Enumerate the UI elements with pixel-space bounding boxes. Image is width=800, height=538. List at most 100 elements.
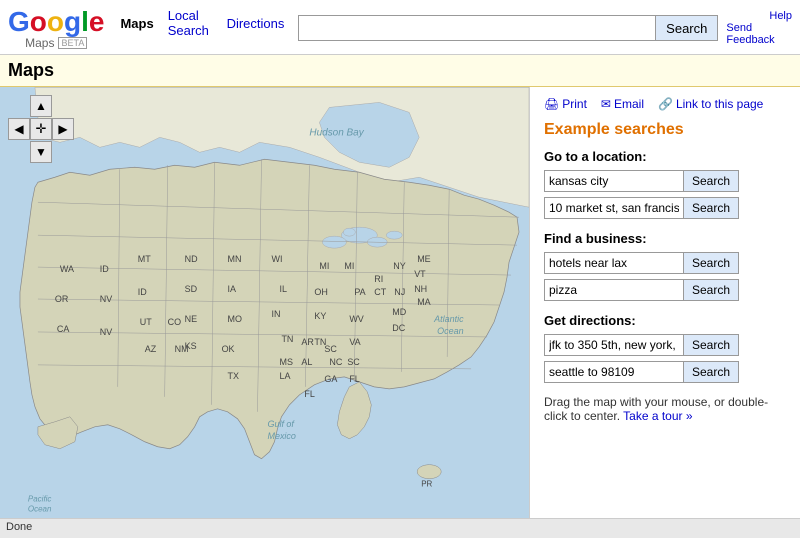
svg-text:NC: NC <box>329 357 342 367</box>
search-input-jfk[interactable] <box>544 334 684 356</box>
svg-text:ND: ND <box>185 254 198 264</box>
email-link[interactable]: ✉ Email <box>601 97 644 111</box>
svg-text:Mexico: Mexico <box>267 431 295 441</box>
svg-text:DC: DC <box>392 323 405 333</box>
feedback-link[interactable]: Send Feedback <box>726 22 792 46</box>
link-icon: 🔗 <box>658 97 673 111</box>
svg-text:NV: NV <box>100 327 112 337</box>
svg-text:Pacific: Pacific <box>28 495 51 504</box>
search-input-pizza[interactable] <box>544 279 684 301</box>
svg-text:MI: MI <box>344 261 354 271</box>
search-button-pizza[interactable]: Search <box>684 279 739 301</box>
pan-left-button[interactable]: ◀ <box>8 118 30 140</box>
status-text: Done <box>6 521 32 533</box>
svg-text:PA: PA <box>354 287 365 297</box>
pan-right-button[interactable]: ▶ <box>52 118 74 140</box>
svg-text:WA: WA <box>60 264 74 274</box>
svg-text:KS: KS <box>185 341 197 351</box>
logo-e: e <box>89 6 105 37</box>
go-to-location-label: Go to a location: <box>544 149 786 164</box>
link-to-page-label: Link to this page <box>676 97 763 111</box>
search-button-market-st[interactable]: Search <box>684 197 739 219</box>
logo-maps-text: Maps <box>25 36 54 50</box>
svg-text:MD: MD <box>392 307 406 317</box>
pan-center-button[interactable]: ✛ <box>30 118 52 140</box>
svg-text:MI: MI <box>319 261 329 271</box>
google-logo: Google <box>8 6 104 38</box>
main-content: ▲ ◀ ✛ ▶ ▼ + − <box>0 87 800 537</box>
svg-text:KY: KY <box>314 311 326 321</box>
search-input-market-st[interactable] <box>544 197 684 219</box>
svg-text:SC: SC <box>324 344 337 354</box>
print-link[interactable]: 🖨 Print <box>544 97 587 111</box>
svg-text:Gulf of: Gulf of <box>267 419 295 429</box>
svg-text:ME: ME <box>417 254 430 264</box>
svg-text:NH: NH <box>414 284 427 294</box>
tab-maps[interactable]: Maps <box>120 16 153 31</box>
logo-o1: o <box>30 6 47 37</box>
svg-text:FL: FL <box>349 374 359 384</box>
logo-g: G <box>8 6 30 37</box>
svg-text:Atlantic: Atlantic <box>433 314 464 324</box>
svg-text:GA: GA <box>324 374 337 384</box>
link-to-page-link[interactable]: 🔗 Link to this page <box>658 97 763 111</box>
svg-text:NE: NE <box>185 314 197 324</box>
search-input[interactable] <box>298 15 656 41</box>
svg-text:WI: WI <box>271 254 282 264</box>
search-row-kansas-city: Search <box>544 170 786 192</box>
search-button-hotels[interactable]: Search <box>684 252 739 274</box>
svg-text:Ocean: Ocean <box>437 326 463 336</box>
svg-text:TX: TX <box>228 371 239 381</box>
svg-text:MT: MT <box>138 254 151 264</box>
maps-title-bar: Maps <box>0 55 800 87</box>
print-label: Print <box>562 97 587 111</box>
logo-area: Google Maps BETA <box>8 6 104 50</box>
tab-local-search[interactable]: Local Search <box>168 8 213 38</box>
search-button-kansas-city[interactable]: Search <box>684 170 739 192</box>
status-bar: Done <box>0 518 800 538</box>
svg-text:ID: ID <box>100 264 109 274</box>
svg-text:AL: AL <box>301 357 312 367</box>
search-input-seattle[interactable] <box>544 361 684 383</box>
pan-down-button[interactable]: ▼ <box>30 141 52 163</box>
search-row-seattle: Search <box>544 361 786 383</box>
svg-text:OR: OR <box>55 294 69 304</box>
svg-text:IN: IN <box>271 309 280 319</box>
find-business-label: Find a business: <box>544 231 786 246</box>
tab-directions[interactable]: Directions <box>227 16 285 31</box>
svg-text:LA: LA <box>279 371 290 381</box>
right-panel: 🖨 Print ✉ Email 🔗 Link to this page Exam… <box>530 87 800 537</box>
take-a-tour-link[interactable]: Take a tour » <box>623 409 692 423</box>
svg-text:WV: WV <box>349 314 363 324</box>
search-button-jfk[interactable]: Search <box>684 334 739 356</box>
search-row-market-st: Search <box>544 197 786 219</box>
logo-maps-line: Maps BETA <box>25 36 87 50</box>
logo-l: l <box>81 6 89 37</box>
svg-text:VT: VT <box>414 269 426 279</box>
map-area[interactable]: ▲ ◀ ✛ ▶ ▼ + − <box>0 87 530 537</box>
go-to-location-section: Go to a location: Search Search <box>544 149 786 219</box>
search-bar: Search <box>298 15 718 41</box>
email-label: Email <box>614 97 644 111</box>
svg-text:MS: MS <box>279 357 292 367</box>
svg-text:ID: ID <box>138 287 147 297</box>
drag-note: Drag the map with your mouse, or double-… <box>544 395 786 423</box>
svg-text:MN: MN <box>228 254 242 264</box>
search-input-hotels[interactable] <box>544 252 684 274</box>
help-area: Help Send Feedback <box>726 10 792 46</box>
svg-text:UT: UT <box>140 317 152 327</box>
svg-text:AZ: AZ <box>145 344 157 354</box>
svg-text:VA: VA <box>349 337 360 347</box>
nav-tabs: Maps Local Search Directions <box>120 6 298 38</box>
header-search-button[interactable]: Search <box>656 15 718 41</box>
search-button-seattle[interactable]: Search <box>684 361 739 383</box>
search-row-hotels: Search <box>544 252 786 274</box>
svg-text:SD: SD <box>185 284 198 294</box>
pan-up-button[interactable]: ▲ <box>30 95 52 117</box>
svg-text:SC: SC <box>347 357 360 367</box>
help-link[interactable]: Help <box>769 10 792 22</box>
search-input-kansas-city[interactable] <box>544 170 684 192</box>
svg-text:AR: AR <box>301 337 314 347</box>
page-title: Maps <box>8 60 792 81</box>
panel-actions: 🖨 Print ✉ Email 🔗 Link to this page <box>544 97 786 111</box>
